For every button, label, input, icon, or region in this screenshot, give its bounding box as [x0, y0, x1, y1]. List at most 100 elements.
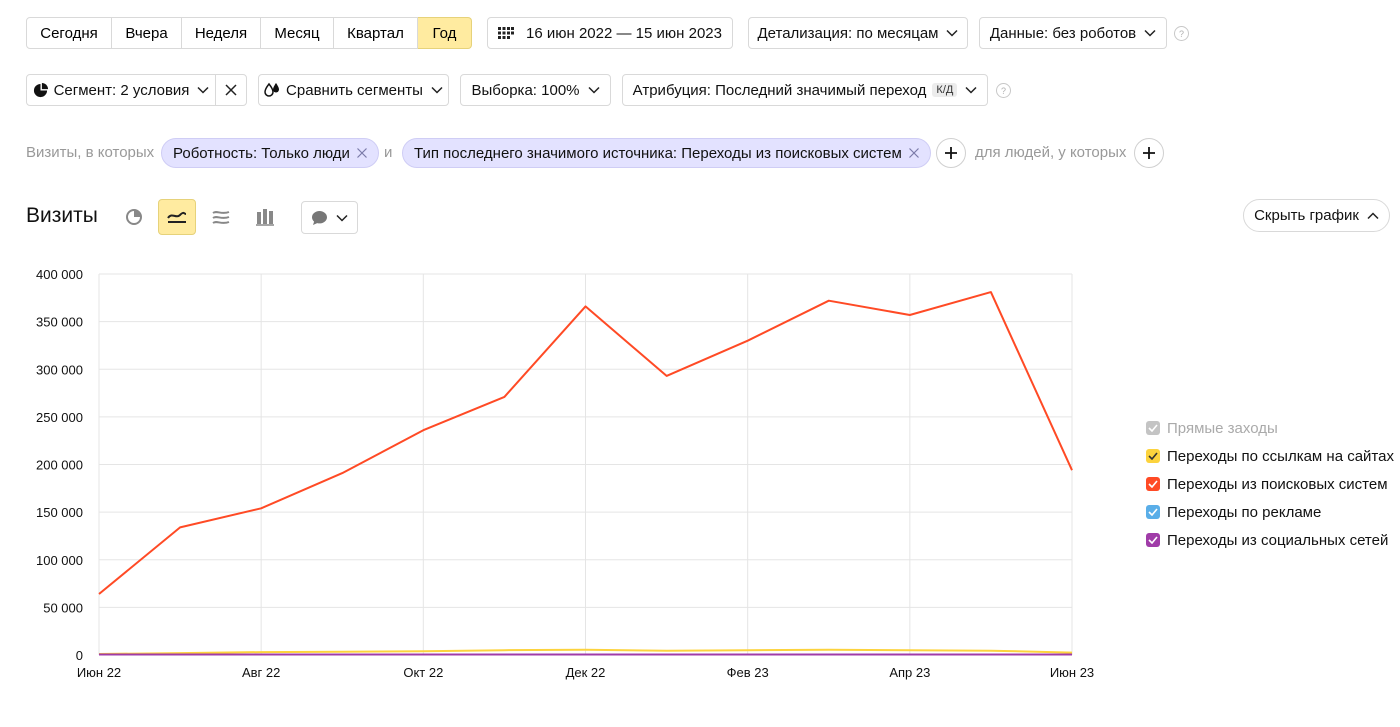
sample-label: Выборка: 100%: [471, 81, 580, 99]
plus-icon: [945, 147, 957, 159]
y-tick-label: 250 000: [36, 410, 83, 425]
comment-icon: [312, 210, 327, 225]
detail-dropdown[interactable]: Детализация: по месяцам: [748, 17, 968, 49]
tab-today-label: Сегодня: [40, 24, 98, 42]
clear-segment-button[interactable]: [215, 74, 247, 106]
drops-icon: [264, 82, 280, 97]
data-dropdown[interactable]: Данные: без роботов: [979, 17, 1167, 49]
legend-item-social[interactable]: Переходы из социальных сетей: [1146, 526, 1394, 554]
y-tick-label: 50 000: [43, 600, 83, 615]
help-icon-glyph: ?: [1000, 85, 1006, 96]
legend-item-links[interactable]: Переходы по ссылкам на сайтах: [1146, 442, 1394, 470]
x-tick-label: Июн 22: [77, 665, 121, 680]
y-tick-label: 150 000: [36, 505, 83, 520]
y-tick-label: 300 000: [36, 362, 83, 377]
close-icon: [225, 84, 237, 96]
filter-chip-source-label: Тип последнего значимого источника: Пере…: [414, 144, 902, 162]
bar-chart-button[interactable]: [246, 199, 284, 235]
chevron-down-icon: [946, 29, 959, 37]
legend-label: Прямые заходы: [1167, 419, 1278, 437]
plus-icon: [1143, 147, 1155, 159]
filter-chip-source[interactable]: Тип последнего значимого источника: Пере…: [402, 138, 931, 168]
close-icon[interactable]: [356, 147, 368, 159]
legend-checkbox: [1146, 449, 1160, 463]
visits-line-chart: 0 50 000 100 000 150 000 200 000 250 000 300 0…: [36, 267, 1094, 680]
legend-item-search[interactable]: Переходы из поисковых систем: [1146, 470, 1394, 498]
legend-checkbox: [1146, 421, 1160, 435]
tab-yesterday-label: Вчера: [125, 24, 168, 42]
check-icon: [1148, 480, 1158, 488]
y-tick-label: 100 000: [36, 553, 83, 568]
legend-item-direct[interactable]: Прямые заходы: [1146, 414, 1394, 442]
legend-item-ads[interactable]: Переходы по рекламе: [1146, 498, 1394, 526]
y-tick-label: 350 000: [36, 315, 83, 330]
sample-dropdown[interactable]: Выборка: 100%: [460, 74, 611, 106]
legend-label: Переходы из социальных сетей: [1167, 531, 1389, 549]
help-icon-glyph: ?: [1178, 28, 1184, 39]
legend-label: Переходы по ссылкам на сайтах: [1167, 447, 1394, 465]
help-icon[interactable]: ?: [1174, 26, 1189, 41]
annotations-dropdown[interactable]: [301, 201, 358, 234]
y-tick-label: 0: [76, 648, 83, 663]
x-tick-label: Апр 23: [889, 665, 930, 680]
tab-yesterday[interactable]: Вчера: [112, 17, 182, 49]
chart-title: Визиты: [26, 204, 98, 227]
check-icon: [1148, 424, 1158, 432]
help-icon[interactable]: ?: [996, 83, 1011, 98]
attribution-label: Атрибуция: Последний значимый переход: [632, 81, 927, 99]
add-people-condition-button[interactable]: [1134, 138, 1164, 168]
y-tick-label: 400 000: [36, 267, 83, 282]
chevron-down-icon: [197, 86, 209, 94]
tab-quarter-label: Квартал: [347, 24, 404, 42]
tab-quarter[interactable]: Квартал: [334, 17, 418, 49]
segment-label: Сегмент: 2 условия: [53, 81, 190, 99]
chevron-down-icon: [587, 86, 600, 94]
pie-chart-button[interactable]: [115, 199, 153, 235]
tab-month[interactable]: Месяц: [261, 17, 334, 49]
period-tabs: Сегодня Вчера Неделя Месяц Квартал Год: [26, 17, 472, 49]
area-chart-icon: [212, 211, 230, 224]
legend-label: Переходы из поисковых систем: [1167, 475, 1388, 493]
legend-label: Переходы по рекламе: [1167, 503, 1322, 521]
x-tick-label: Окт 22: [403, 665, 443, 680]
hide-chart-label: Скрыть график: [1254, 207, 1359, 224]
x-tick-label: Авг 22: [242, 665, 280, 680]
chevron-down-icon: [431, 86, 443, 94]
compare-label: Сравнить сегменты: [286, 81, 423, 99]
check-icon: [1148, 508, 1158, 516]
filter-chip-robots[interactable]: Роботность: Только люди: [161, 138, 379, 168]
x-tick-label: Дек 22: [566, 665, 606, 680]
add-visit-condition-button[interactable]: [936, 138, 966, 168]
segment-dropdown[interactable]: Сегмент: 2 условия: [26, 74, 216, 106]
pie-segment-icon: [33, 82, 48, 97]
chevron-down-icon: [965, 86, 977, 94]
chart-legend: Прямые заходы Переходы по ссылкам на сай…: [1146, 414, 1394, 554]
legend-checkbox: [1146, 477, 1160, 491]
tab-year[interactable]: Год: [418, 17, 472, 49]
attribution-badge: К/Д: [932, 83, 958, 97]
date-range-button[interactable]: 16 июн 2022 — 15 июн 2023: [487, 17, 733, 49]
chevron-up-icon: [1367, 211, 1379, 219]
bar-chart-icon: [256, 209, 274, 226]
attribution-dropdown[interactable]: Атрибуция: Последний значимый переход К/…: [622, 74, 988, 106]
hide-chart-button[interactable]: Скрыть график: [1243, 199, 1390, 232]
area-chart-button[interactable]: [202, 199, 240, 235]
chevron-down-icon: [336, 214, 348, 222]
y-tick-label: 200 000: [36, 458, 83, 473]
filter-chip-robots-label: Роботность: Только люди: [173, 144, 350, 162]
calendar-icon: [498, 27, 515, 39]
tab-week[interactable]: Неделя: [182, 17, 261, 49]
filters-conjunction: и: [384, 144, 393, 161]
check-icon: [1148, 536, 1158, 544]
legend-checkbox: [1146, 533, 1160, 547]
tab-today[interactable]: Сегодня: [26, 17, 112, 49]
chevron-down-icon: [1144, 29, 1156, 37]
tab-year-label: Год: [432, 24, 457, 42]
filters-prefix: Визиты, в которых: [26, 144, 155, 161]
check-icon: [1148, 452, 1158, 460]
compare-segments-dropdown[interactable]: Сравнить сегменты: [258, 74, 449, 106]
date-range-label: 16 июн 2022 — 15 июн 2023: [526, 24, 722, 42]
line-chart-button[interactable]: [158, 199, 196, 235]
close-icon[interactable]: [908, 147, 920, 159]
x-tick-label: Июн 23: [1050, 665, 1094, 680]
